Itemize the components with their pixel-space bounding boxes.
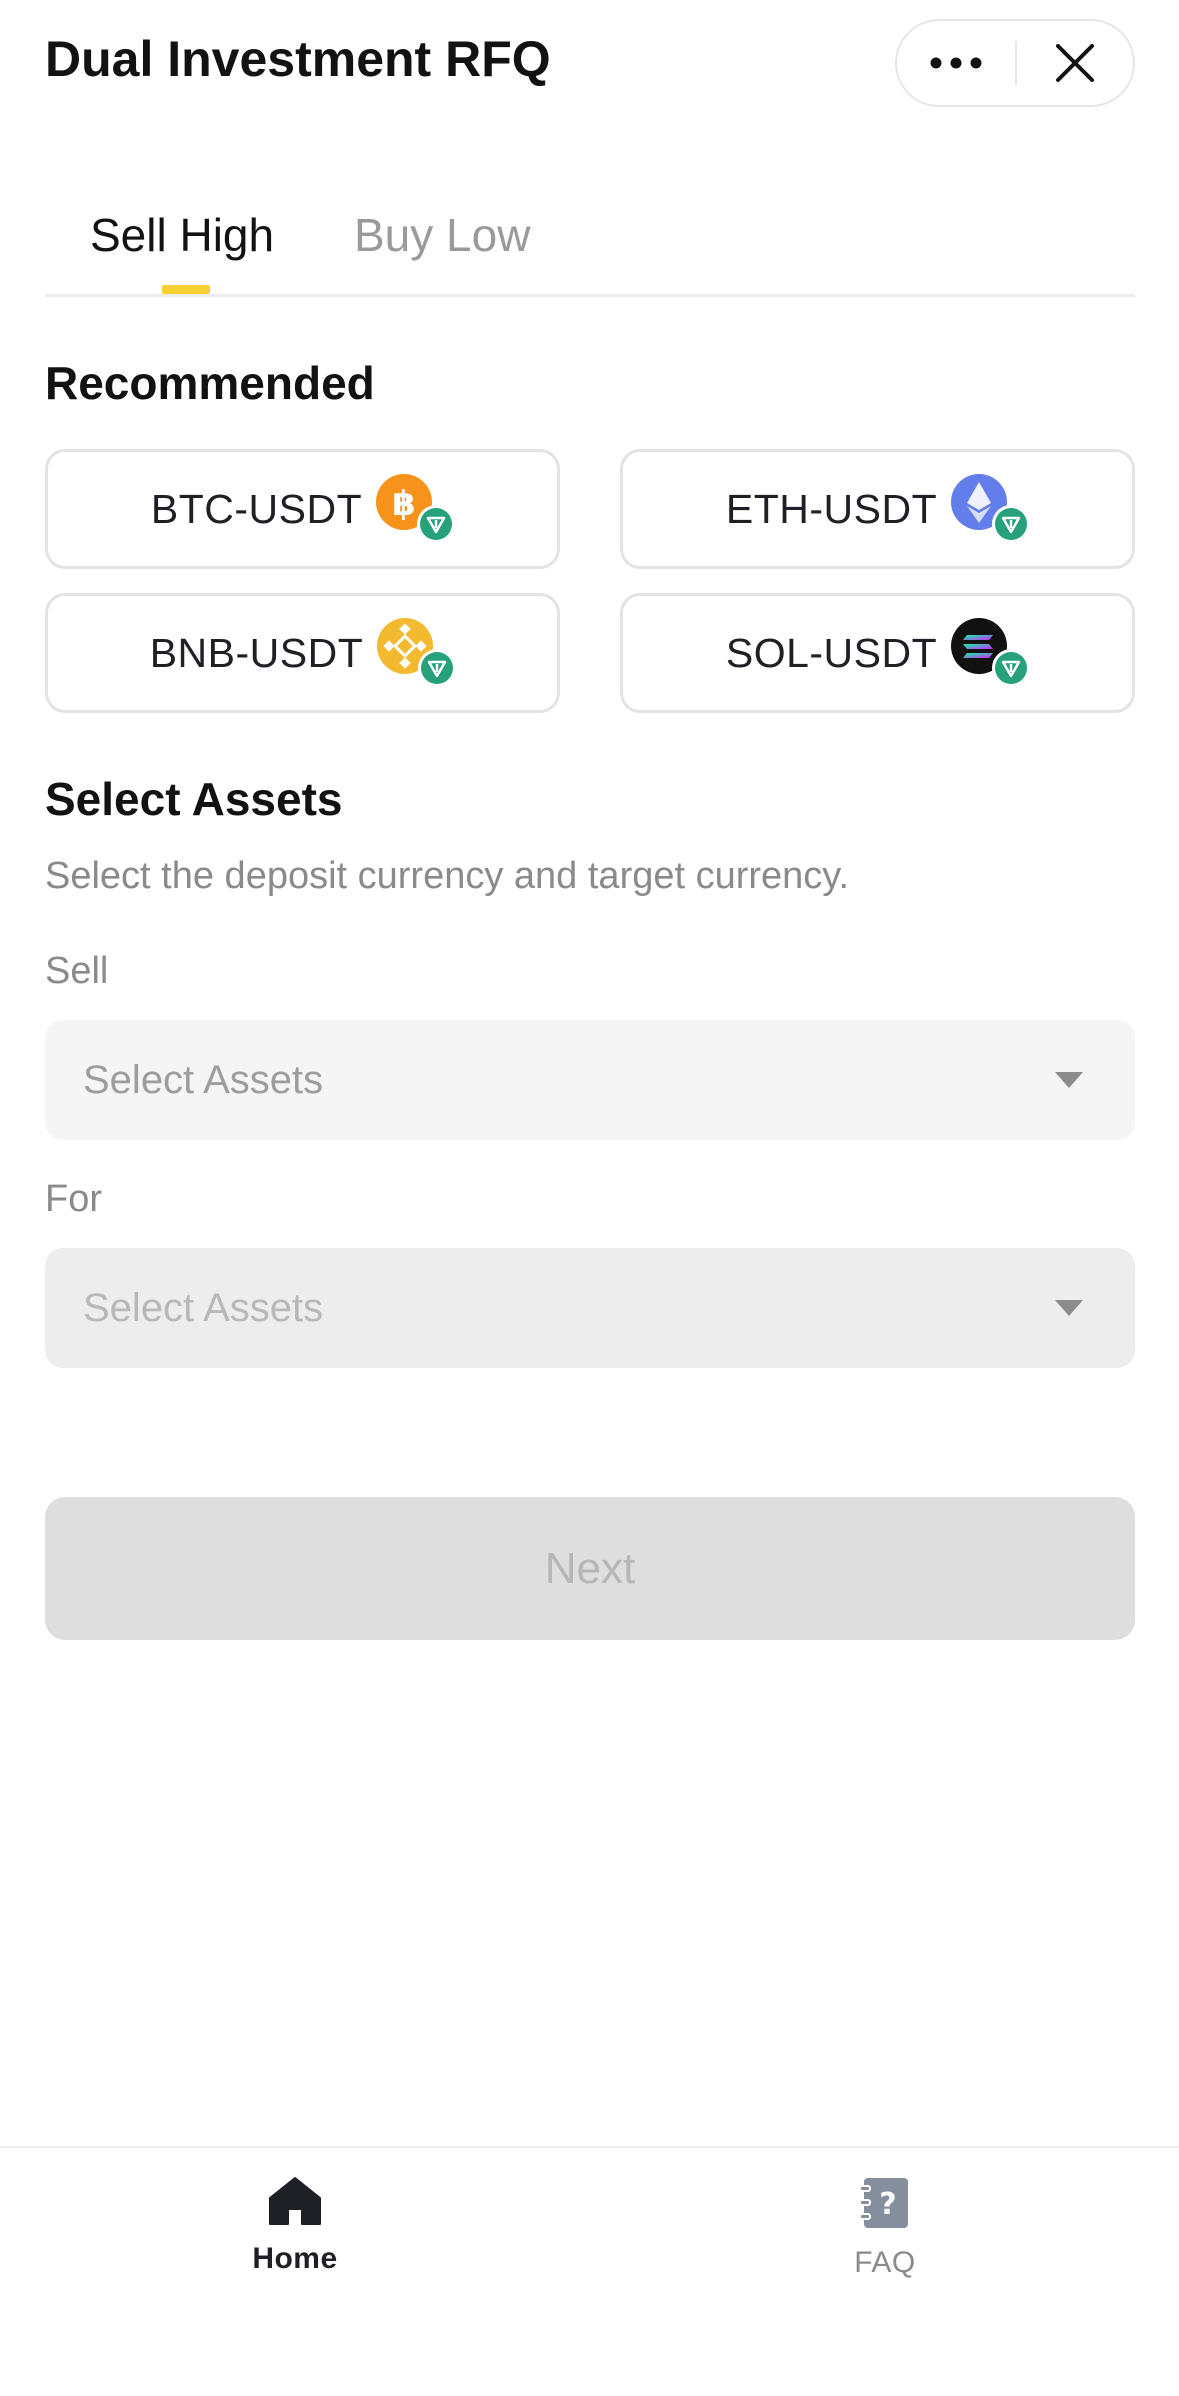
nav-label-home: Home [252, 2242, 338, 2275]
sell-asset-select[interactable]: Select Assets [45, 1020, 1135, 1140]
select-assets-title: Select Assets [45, 773, 343, 825]
pair-card-btc-usdt[interactable]: BTC-USDT ฿ [45, 449, 560, 569]
nav-item-home[interactable]: Home [145, 2176, 445, 2276]
pair-card-eth-usdt[interactable]: ETH-USDT [620, 449, 1135, 569]
caret-down-icon [1055, 1300, 1083, 1316]
for-asset-select[interactable]: Select Assets [45, 1248, 1135, 1368]
select-assets-helper: Select the deposit currency and target c… [45, 855, 850, 897]
svg-text:฿: ฿ [392, 484, 416, 524]
pair-label: SOL-USDT [725, 629, 938, 676]
page-title: Dual Investment RFQ [45, 31, 551, 87]
recommended-title: Recommended [45, 357, 375, 409]
pair-card-sol-usdt[interactable]: SOL-USDT [620, 593, 1135, 713]
pair-label: BNB-USDT [149, 629, 364, 676]
active-tab-indicator [162, 285, 210, 294]
product-tabs: Sell High Buy Low [45, 180, 1135, 297]
pair-label: BTC-USDT [150, 485, 363, 532]
mini-program-capsule [895, 19, 1135, 107]
nav-label-faq: FAQ [854, 2246, 916, 2279]
pair-label: ETH-USDT [725, 485, 938, 532]
eth-usdt-icon [951, 474, 1030, 544]
pair-card-bnb-usdt[interactable]: BNB-USDT [45, 593, 560, 713]
more-button[interactable] [897, 21, 1015, 105]
svg-text:?: ? [879, 2187, 896, 2222]
more-dots-icon [930, 57, 982, 69]
header: Dual Investment RFQ [0, 0, 1179, 130]
caret-down-icon [1055, 1072, 1083, 1088]
for-asset-placeholder: Select Assets [83, 1285, 324, 1330]
sell-asset-placeholder: Select Assets [83, 1057, 324, 1102]
sell-label: Sell [45, 950, 109, 992]
bottom-nav: Home ? FAQ [0, 2146, 1179, 2396]
nav-item-faq[interactable]: ? FAQ [735, 2176, 1035, 2280]
for-label: For [45, 1178, 102, 1220]
home-icon [269, 2177, 321, 2225]
close-button[interactable] [1017, 21, 1133, 105]
tab-buy-low[interactable]: Buy Low [354, 208, 530, 262]
btc-usdt-icon: ฿ [376, 474, 455, 544]
close-icon [1056, 44, 1094, 82]
sol-usdt-icon [951, 618, 1030, 688]
tab-sell-high[interactable]: Sell High [90, 208, 274, 262]
bnb-usdt-icon [377, 618, 456, 688]
next-button[interactable]: Next [45, 1497, 1135, 1640]
faq-icon: ? [859, 2178, 908, 2228]
